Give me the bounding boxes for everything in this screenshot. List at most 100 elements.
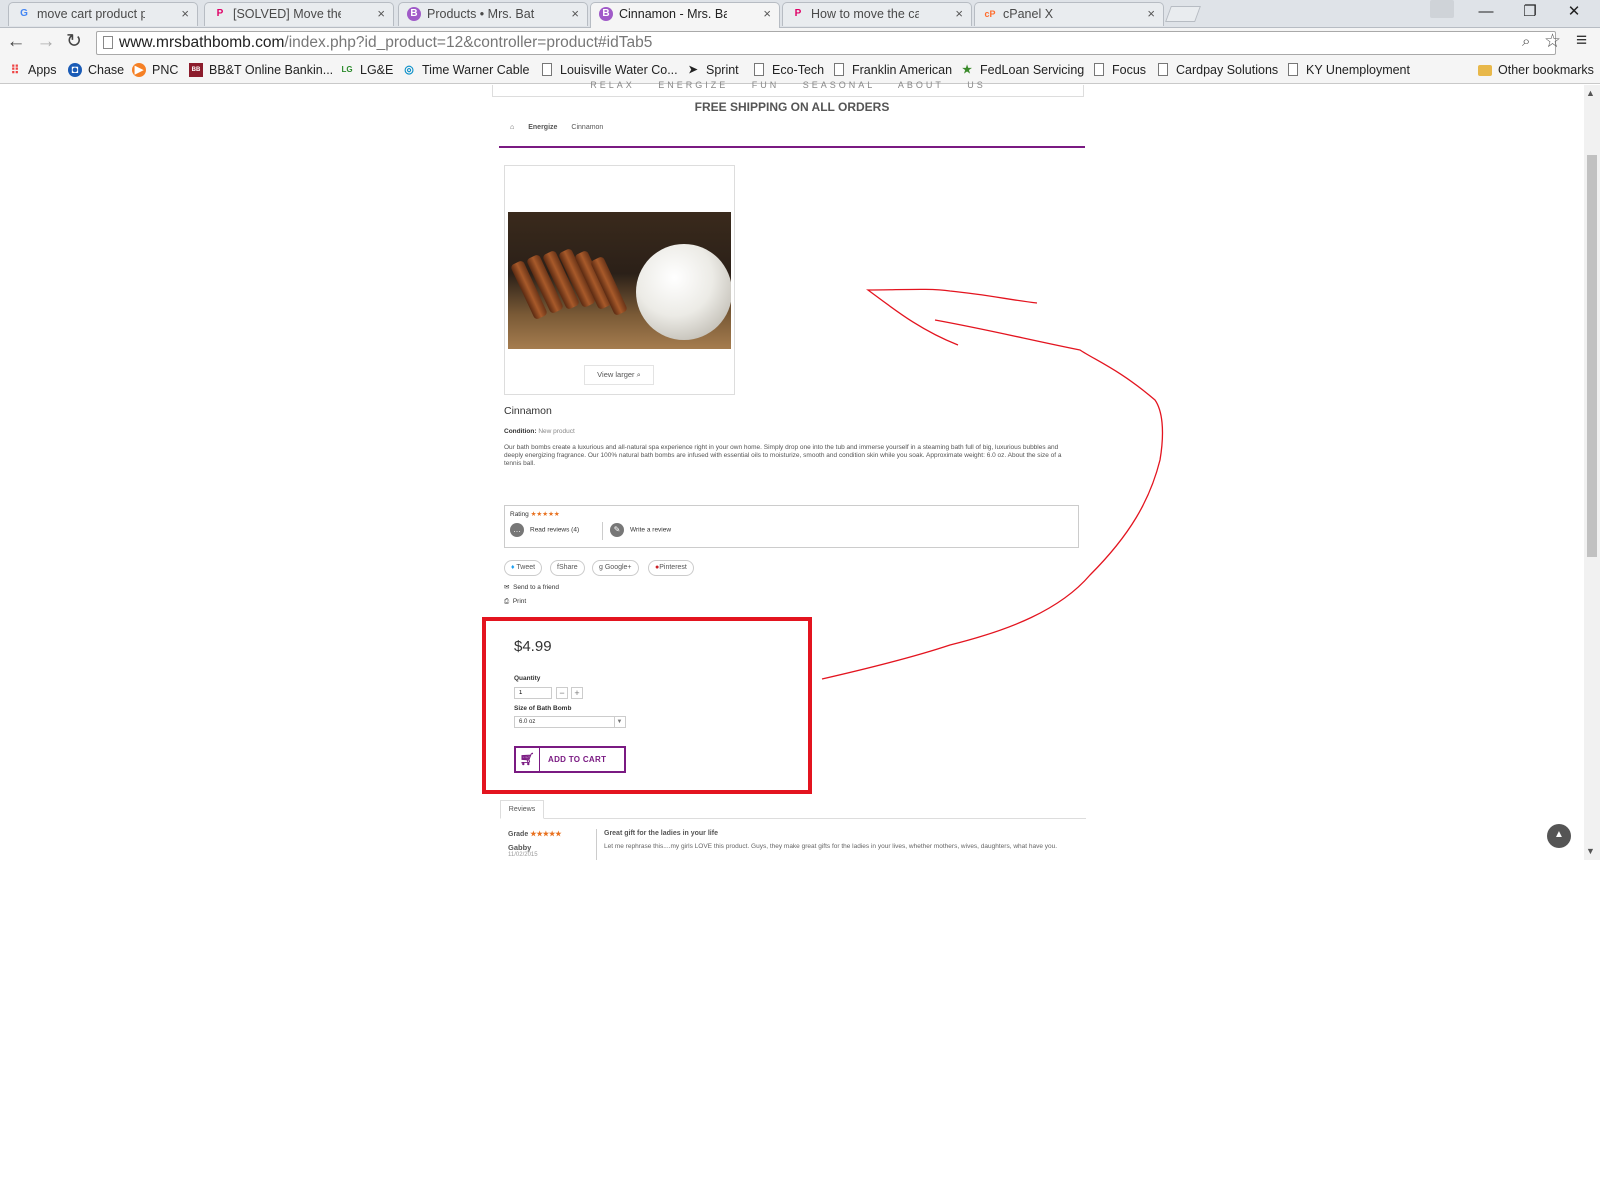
google-favicon-icon: G: [20, 8, 28, 19]
tab-close-icon[interactable]: ×: [1147, 3, 1155, 25]
browser-tab-1[interactable]: G move cart product page p ×: [8, 2, 198, 26]
bookmark-label: Cardpay Solutions: [1176, 63, 1279, 77]
reviews-tab-line: [500, 818, 1086, 819]
send-to-friend-link[interactable]: ✉ Send to a friend: [504, 583, 559, 591]
tab-close-icon[interactable]: ×: [181, 3, 189, 25]
browser-tab-6[interactable]: cP cPanel X ×: [974, 2, 1164, 26]
breadcrumb-category[interactable]: Energize: [528, 124, 557, 131]
tab-title: How to move the cart bloc: [811, 7, 919, 21]
bookmark-sprint[interactable]: ➤ Sprint: [686, 59, 739, 81]
review-divider: [596, 829, 597, 860]
tweet-button[interactable]: ♦ Tweet: [504, 560, 543, 576]
twitter-icon: ♦: [511, 564, 515, 571]
bookmark-bbt[interactable]: BB BB&T Online Bankin...: [189, 59, 333, 81]
browser-tab-2[interactable]: P [SOLVED] Move the "add t ×: [204, 2, 394, 26]
pinterest-label: Pinterest: [659, 564, 687, 571]
view-larger-button[interactable]: View larger ⌕: [584, 365, 654, 385]
scroll-up-arrow-icon[interactable]: ▲: [1586, 88, 1595, 98]
review-title: Great gift for the ladies in your life: [604, 830, 718, 837]
print-link[interactable]: ⎙ Print: [504, 598, 526, 606]
reload-icon[interactable]: ↻: [62, 31, 86, 55]
zoom-icon[interactable]: ⌕: [1522, 33, 1530, 50]
condition-label: Condition:: [504, 428, 537, 435]
address-bar[interactable]: www.mrsbathbomb.com/index.php?id_product…: [96, 31, 1556, 55]
tab-reviews[interactable]: Reviews: [500, 800, 544, 819]
bookmark-focus[interactable]: Focus: [1092, 59, 1146, 81]
scrollbar-thumb[interactable]: [1587, 155, 1597, 557]
tab-close-icon[interactable]: ×: [955, 3, 963, 25]
bookmark-label: Franklin American: [852, 63, 953, 77]
bookmark-label: Apps: [28, 63, 57, 77]
facebook-share-button[interactable]: fShare: [550, 560, 585, 576]
review-grade: Grade ★★★★★: [508, 830, 562, 838]
arrow-head: [866, 288, 1038, 346]
bookmark-label: KY Unemployment: [1306, 63, 1410, 77]
review-author: Gabby: [508, 843, 532, 852]
condition-value: New product: [538, 428, 575, 435]
bookmark-franklin-american[interactable]: Franklin American: [832, 59, 952, 81]
bookmark-label: PNC: [152, 63, 179, 77]
bookmark-apps[interactable]: ⠿ Apps: [8, 59, 57, 81]
pinterest-button[interactable]: ●Pinterest: [648, 560, 694, 576]
review-stars: ★★★★★: [530, 831, 562, 838]
bath-bomb: [636, 244, 731, 340]
bookmark-ky-unemployment[interactable]: KY Unemployment: [1286, 59, 1410, 81]
new-tab-button[interactable]: [1165, 6, 1201, 22]
highlight-annotation-box: [482, 617, 812, 794]
bookmark-other[interactable]: Other bookmarks: [1478, 59, 1594, 81]
bookmark-louisville-water[interactable]: Louisville Water Co...: [540, 59, 678, 81]
scroll-down-arrow-icon[interactable]: ▼: [1586, 846, 1595, 856]
lge-icon: LG: [341, 65, 353, 74]
home-icon[interactable]: ⌂: [510, 124, 514, 131]
fedloan-icon: ★: [962, 64, 972, 76]
breadcrumb-divider: [499, 146, 1085, 148]
rating-box: [504, 505, 1079, 548]
bookmark-star-icon[interactable]: ☆: [1544, 30, 1561, 53]
bookmark-chase[interactable]: ◘ Chase: [68, 59, 124, 81]
apps-icon: ⠿: [10, 63, 20, 77]
cpanel-favicon-icon: cP: [984, 9, 996, 19]
bookmark-label: LG&E: [360, 63, 394, 77]
close-window-button[interactable]: ✕: [1552, 0, 1596, 26]
bookmark-eco-tech[interactable]: Eco-Tech: [752, 59, 824, 81]
bookmark-fedloan[interactable]: ★ FedLoan Servicing: [960, 59, 1084, 81]
chrome-menu-icon[interactable]: ≡: [1576, 30, 1587, 52]
bookmark-lge[interactable]: LG LG&E: [340, 59, 393, 81]
bookmark-twc[interactable]: ◎ Time Warner Cable: [402, 59, 529, 81]
forward-arrow-icon[interactable]: →: [34, 31, 58, 55]
bookmark-label: Sprint: [706, 63, 739, 77]
google-plus-button[interactable]: g Google+: [592, 560, 639, 576]
product-description: Our bath bombs create a luxurious and al…: [504, 444, 1062, 467]
page-icon: [542, 63, 552, 76]
read-reviews-label: Read reviews (4): [530, 526, 580, 534]
page-icon: [1094, 63, 1104, 76]
tab-title: Cinnamon - Mrs. Bath Bor: [619, 7, 727, 21]
browser-tab-5[interactable]: P How to move the cart bloc ×: [782, 2, 972, 26]
browser-tab-3[interactable]: B Products • Mrs. Bath Bom ×: [398, 2, 588, 26]
printer-icon: ⎙: [504, 598, 510, 605]
prestashop-favicon-icon: P: [216, 8, 224, 19]
shipping-banner: FREE SHIPPING ON ALL ORDERS: [694, 100, 890, 114]
read-reviews-link[interactable]: … Read reviews (4): [510, 523, 579, 537]
scroll-to-top-button[interactable]: ▲: [1547, 824, 1571, 848]
back-arrow-icon[interactable]: ←: [4, 31, 28, 55]
send-to-friend-label: Send to a friend: [513, 584, 559, 591]
browser-tab-4-active[interactable]: B Cinnamon - Mrs. Bath Bor ×: [590, 2, 780, 28]
tab-close-icon[interactable]: ×: [571, 3, 579, 25]
bookmark-label: BB&T Online Bankin...: [209, 63, 334, 77]
review-links-divider: [602, 522, 603, 540]
tab-close-icon[interactable]: ×: [763, 3, 771, 25]
minimize-button[interactable]: —: [1464, 0, 1508, 26]
bookmark-pnc[interactable]: ▶ PNC: [132, 59, 178, 81]
chevron-up-icon: ▲: [1554, 829, 1564, 840]
magnifier-icon: ⌕: [636, 370, 641, 379]
write-review-link[interactable]: ✎ Write a review: [610, 523, 671, 537]
restore-button[interactable]: ❐: [1508, 0, 1552, 26]
page-icon: [834, 63, 844, 76]
bookmark-cardpay[interactable]: Cardpay Solutions: [1156, 59, 1278, 81]
tab-close-icon[interactable]: ×: [377, 3, 385, 25]
profile-icon[interactable]: [1430, 0, 1454, 18]
folder-icon: [1478, 65, 1492, 76]
annotation-arrow: [821, 288, 1164, 680]
product-photo[interactable]: [508, 212, 731, 349]
